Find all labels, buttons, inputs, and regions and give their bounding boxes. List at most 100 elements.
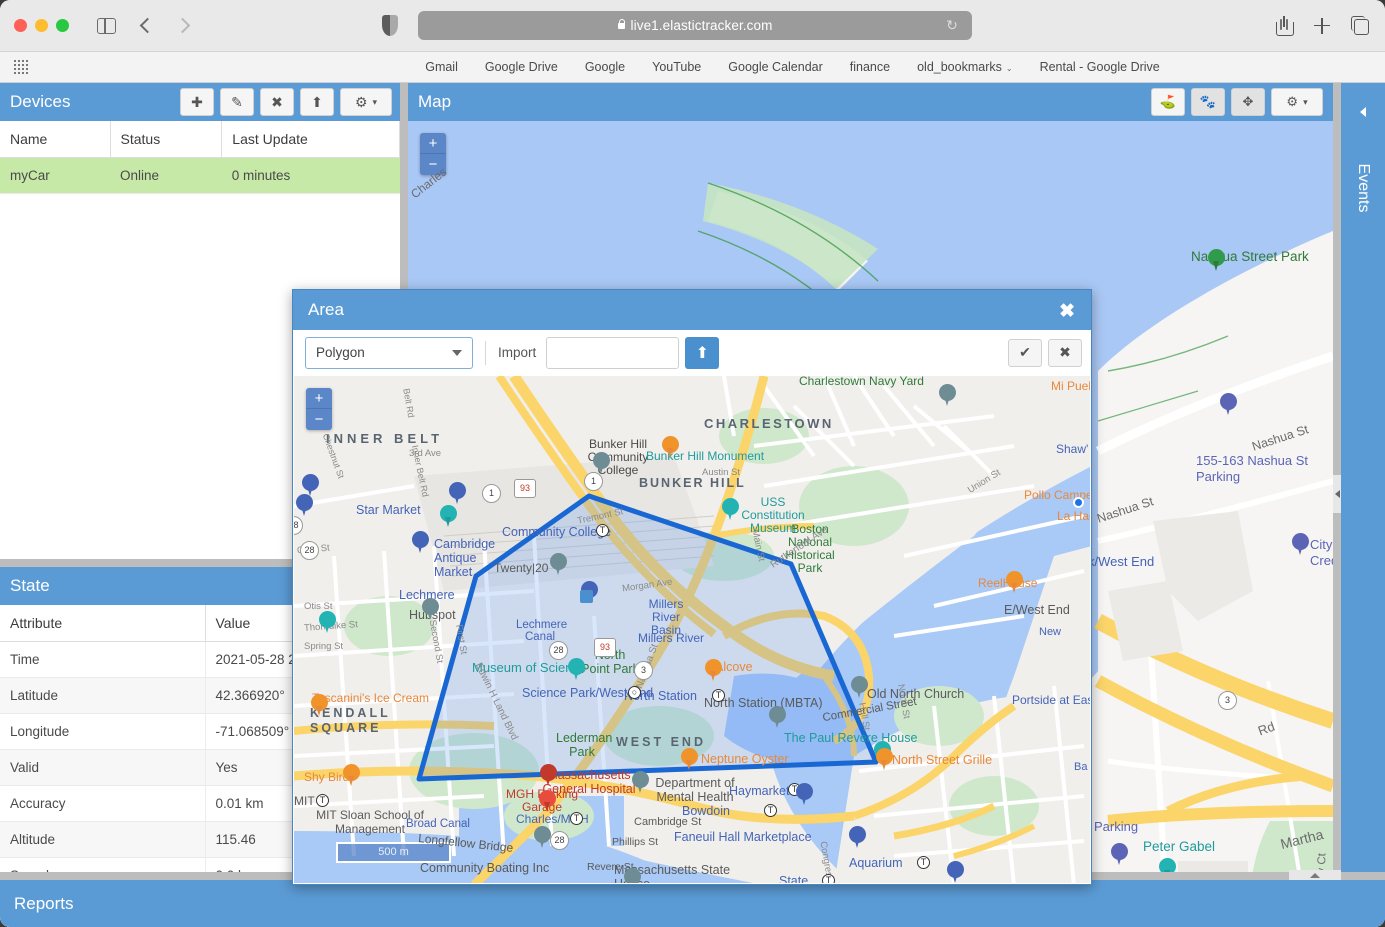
bookmark-finance[interactable]: finance (850, 60, 890, 74)
minimize-window-button[interactable] (35, 19, 48, 32)
back-icon[interactable] (139, 17, 156, 34)
bookmark-google-drive[interactable]: Google Drive (485, 60, 558, 74)
area-pin-alcove[interactable] (705, 659, 722, 682)
shape-type-select[interactable]: Polygon (305, 336, 473, 369)
devices-edit-button[interactable]: ✎ (220, 88, 254, 116)
area-pin-shy-bird[interactable] (343, 764, 360, 787)
state-attribute-cell: Accuracy (0, 785, 206, 822)
area-pin-old-north-church[interactable] (851, 676, 868, 699)
area-zoom-in-button[interactable]: + (306, 388, 332, 409)
area-map-zoom-controls[interactable]: + − (306, 388, 332, 430)
map-pin-park[interactable] (1208, 249, 1225, 272)
sidebar-toggle-icon[interactable] (97, 17, 116, 34)
share-icon[interactable] (1275, 15, 1294, 36)
transit-stop-state[interactable]: T (822, 874, 835, 883)
area-pin-state-house[interactable] (624, 868, 641, 883)
area-pin-faneuil[interactable] (849, 826, 866, 849)
area-pin-neptune-oyster[interactable] (681, 748, 698, 771)
transit-stop-bowdoin[interactable]: T (764, 804, 777, 817)
map-zoom-in-button[interactable]: + (420, 133, 446, 154)
bookmark-google[interactable]: Google (585, 60, 625, 74)
transit-stop-aquarium[interactable]: T (917, 856, 930, 869)
area-pin-shop[interactable] (296, 494, 313, 517)
area-pin-teal-left[interactable] (319, 611, 336, 634)
area-pin-boating[interactable] (534, 826, 551, 849)
maximize-window-button[interactable] (56, 19, 69, 32)
settings-icon: ⚙ (354, 93, 368, 110)
reload-icon[interactable]: ↻ (946, 17, 958, 34)
area-dialog-toolbar: Polygon Import ⬆ ✔ ✖ (293, 330, 1091, 375)
map-geofence-button[interactable]: ⛳ (1151, 88, 1185, 116)
devices-column-name[interactable]: Name (0, 121, 111, 158)
area-pin-hubspot[interactable] (422, 598, 439, 621)
device-last-update-cell: 0 minutes (221, 157, 400, 194)
area-zoom-out-button[interactable]: − (306, 409, 332, 430)
devices-settings-button[interactable]: ⚙ ▾ (340, 88, 392, 116)
route-shield-3-dlg: 3 (634, 661, 653, 680)
map-devices-group-button[interactable]: 🐾 (1191, 88, 1225, 116)
import-input[interactable] (546, 336, 680, 369)
area-pin-navy-yard[interactable] (939, 384, 956, 407)
import-upload-button[interactable]: ⬆ (685, 336, 720, 369)
transit-stop-mit[interactable]: T (316, 794, 329, 807)
tab-overview-icon[interactable] (1351, 15, 1369, 36)
area-pin-mgh[interactable] (540, 764, 557, 787)
map-pin-parking-1[interactable] (1220, 393, 1237, 416)
events-collapse-icon[interactable] (1360, 107, 1366, 117)
events-collapse-handle[interactable] (1333, 475, 1341, 513)
address-bar[interactable]: live1.elastictracker.com ↻ (418, 11, 972, 40)
bookmark-rental-google-drive[interactable]: Rental - Google Drive (1040, 60, 1160, 74)
devices-add-button[interactable]: ✚ (180, 88, 214, 116)
area-pin-uss-constitution[interactable] (722, 498, 739, 521)
table-row[interactable]: myCar Online 0 minutes (0, 157, 400, 194)
cancel-area-button[interactable]: ✖ (1048, 338, 1082, 367)
area-pin-dept-mental-health[interactable] (632, 771, 649, 794)
bookmark-google-calendar[interactable]: Google Calendar (728, 60, 823, 74)
area-pin-bunker-hill-cc[interactable] (593, 452, 610, 475)
bookmark-old-bookmarks[interactable]: old_bookmarks ⌄ (917, 60, 1012, 74)
area-pin-restaurant-ct[interactable] (662, 436, 679, 459)
reports-panel[interactable]: Reports (0, 880, 1385, 927)
apps-grid-icon[interactable] (14, 60, 28, 74)
area-pin-star-market[interactable] (449, 482, 466, 505)
area-pin-antique-market[interactable] (412, 531, 429, 554)
transit-stop-north-station[interactable]: T (712, 689, 725, 702)
transit-stop-science-park[interactable]: ○ (628, 686, 641, 699)
area-pin-haymarket[interactable] (796, 783, 813, 806)
area-pin-north-street-grille[interactable] (876, 748, 893, 771)
area-pin-north-station-mbta[interactable] (769, 706, 786, 729)
area-icon-transit-small[interactable] (580, 590, 593, 603)
area-pin-museum-science[interactable] (568, 658, 585, 681)
area-pin-mgh-parking[interactable] (539, 790, 556, 813)
map-settings-button[interactable]: ⚙ ▾ (1271, 88, 1323, 116)
map-pin-bank[interactable] (1292, 533, 1309, 556)
bookmark-gmail[interactable]: Gmail (425, 60, 458, 74)
area-pin-toscaninis[interactable] (311, 694, 328, 717)
privacy-shield-icon[interactable] (382, 15, 398, 36)
map-zoom-controls[interactable]: + − (420, 133, 446, 175)
close-window-button[interactable] (14, 19, 27, 32)
bookmark-youtube[interactable]: YouTube (652, 60, 701, 74)
area-pin-monument[interactable] (440, 505, 457, 528)
devices-upload-button[interactable]: ⬆ (300, 88, 334, 116)
state-column-attribute[interactable]: Attribute (0, 605, 206, 642)
devices-column-last-update[interactable]: Last Update (221, 121, 400, 158)
device-position-dot[interactable] (1073, 497, 1084, 508)
transit-stop-charles-mgh[interactable]: T (570, 812, 583, 825)
area-pin-twenty20[interactable] (550, 553, 567, 576)
map-pin-parking-2[interactable] (1111, 843, 1128, 866)
map-center-button[interactable]: ✥ (1231, 88, 1265, 116)
area-map-canvas[interactable]: + − 500 m INNER BELT 3rd Ave Chestnut St… (294, 376, 1090, 883)
save-area-button[interactable]: ✔ (1008, 338, 1042, 367)
geofence-icon: ⛳ (1159, 94, 1177, 109)
new-tab-icon[interactable] (1313, 16, 1331, 36)
map-zoom-out-button[interactable]: − (420, 154, 446, 175)
devices-column-status[interactable]: Status (110, 121, 223, 158)
reports-expand-handle[interactable] (1289, 870, 1341, 880)
events-rail[interactable]: Events (1341, 83, 1385, 927)
devices-remove-button[interactable]: ✖ (260, 88, 294, 116)
close-icon[interactable]: ✖ (1059, 300, 1075, 323)
area-pin-reelhouse[interactable] (1006, 571, 1023, 594)
area-pin-aquarium[interactable] (947, 861, 964, 883)
transit-stop-community-college[interactable]: T (596, 524, 609, 537)
